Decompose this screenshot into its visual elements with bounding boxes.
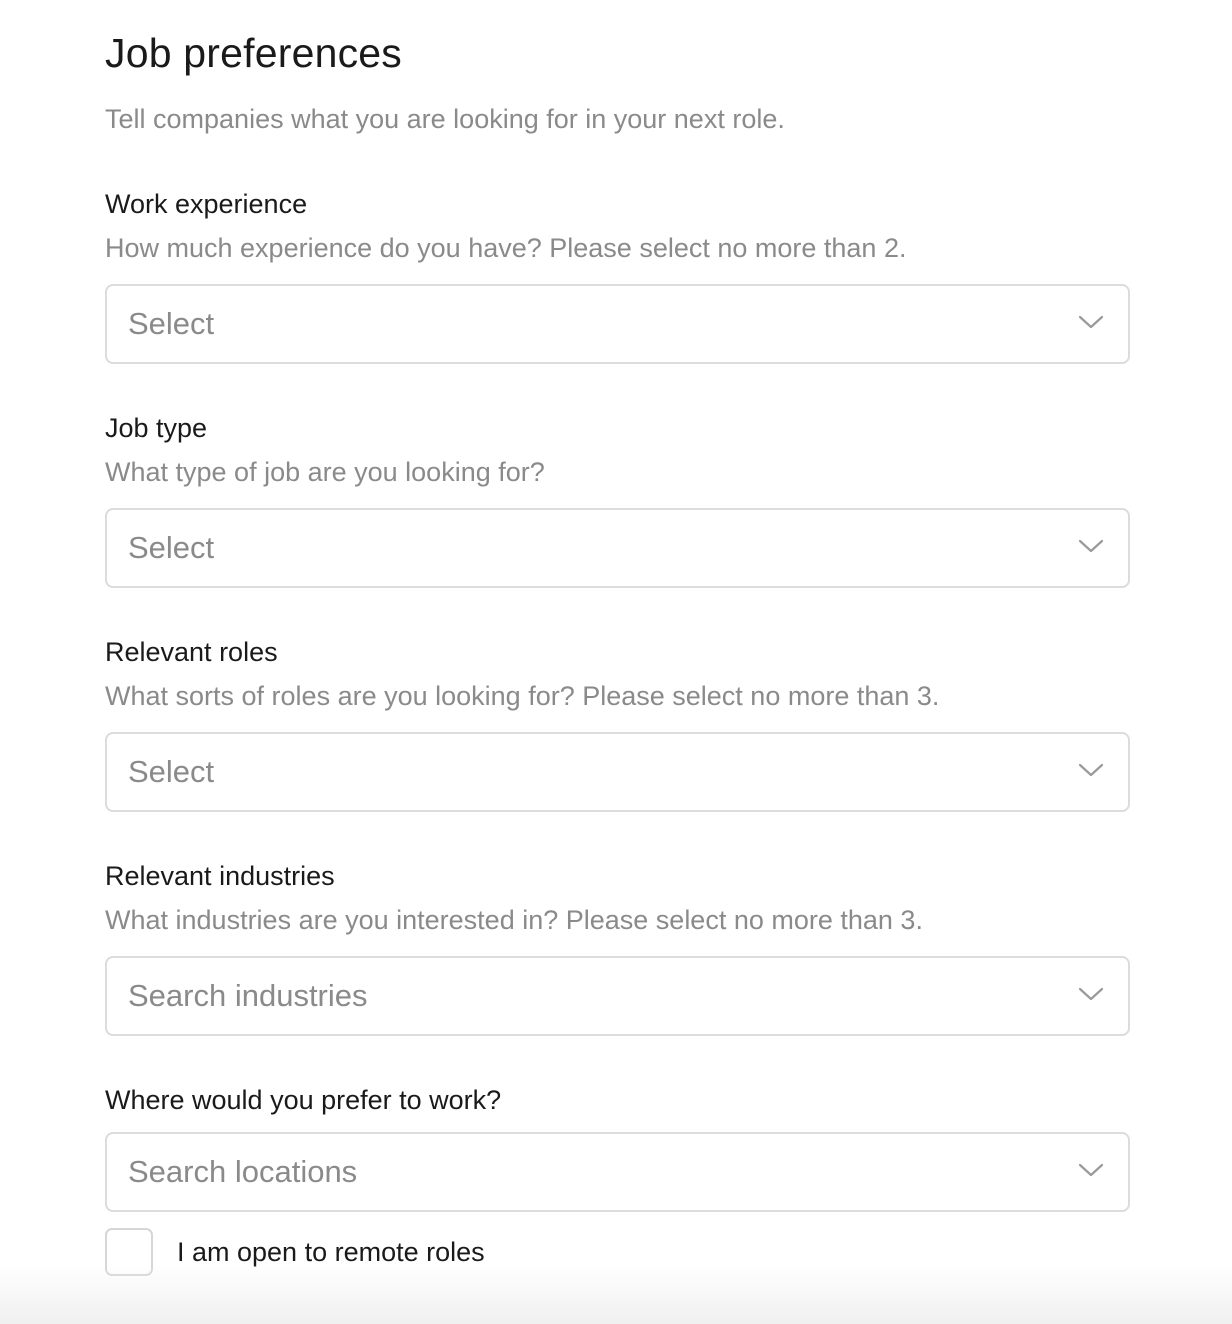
job-preferences-page: Job preferences Tell companies what you … (0, 0, 1232, 1324)
work-location-label: Where would you prefer to work? (105, 1085, 502, 1115)
industries-search-select[interactable]: Search industries (105, 956, 1130, 1036)
chevron-down-icon (1078, 1163, 1104, 1177)
chevron-down-icon (1078, 987, 1104, 1001)
relevant-roles-label: Relevant roles (105, 637, 278, 667)
industries-search-placeholder: Search industries (128, 978, 368, 1013)
relevant-industries-label: Relevant industries (105, 861, 335, 891)
remote-roles-checkbox[interactable] (105, 1228, 153, 1276)
page-subtitle: Tell companies what you are looking for … (105, 104, 785, 134)
job-type-select[interactable]: Select (105, 508, 1130, 588)
locations-search-select[interactable]: Search locations (105, 1132, 1130, 1212)
work-experience-help: How much experience do you have? Please … (105, 233, 907, 263)
chevron-down-icon (1078, 315, 1104, 329)
job-type-field: Job type What type of job are you lookin… (105, 411, 1130, 588)
relevant-industries-help: What industries are you interested in? P… (105, 905, 923, 935)
work-location-field: Where would you prefer to work? Search l… (105, 1083, 1130, 1212)
job-type-help: What type of job are you looking for? (105, 457, 545, 487)
relevant-roles-field: Relevant roles What sorts of roles are y… (105, 635, 1130, 812)
relevant-roles-placeholder: Select (128, 754, 215, 789)
chevron-down-icon (1078, 763, 1104, 777)
page-title: Job preferences (105, 30, 403, 76)
work-experience-field: Work experience How much experience do y… (105, 187, 1130, 364)
relevant-roles-help: What sorts of roles are you looking for?… (105, 681, 940, 711)
work-experience-placeholder: Select (128, 306, 215, 341)
job-type-placeholder: Select (128, 530, 215, 565)
remote-roles-label[interactable]: I am open to remote roles (177, 1237, 485, 1268)
job-type-label: Job type (105, 413, 208, 443)
work-experience-label: Work experience (105, 189, 308, 219)
work-experience-select[interactable]: Select (105, 284, 1130, 364)
chevron-down-icon (1078, 539, 1104, 553)
remote-roles-option: I am open to remote roles (105, 1228, 485, 1276)
relevant-roles-select[interactable]: Select (105, 732, 1130, 812)
relevant-industries-field: Relevant industries What industries are … (105, 859, 1130, 1036)
locations-search-placeholder: Search locations (128, 1154, 358, 1189)
